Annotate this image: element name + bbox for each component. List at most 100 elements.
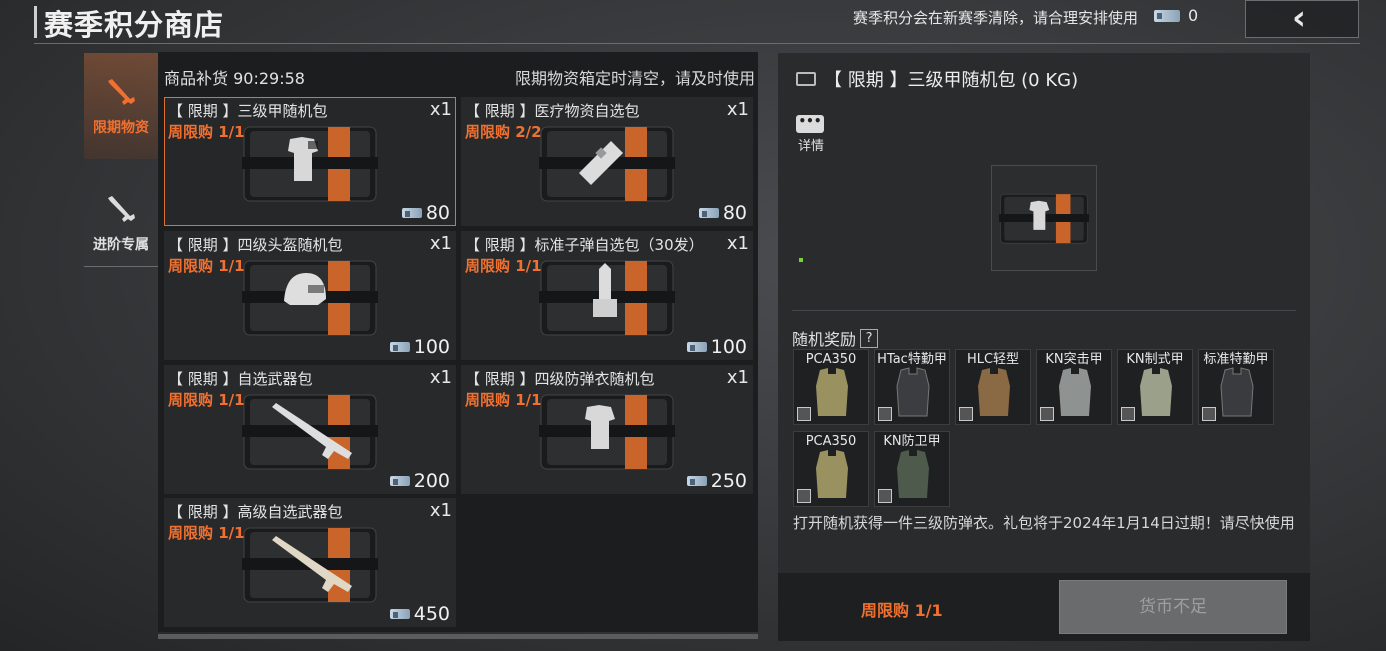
- item-preview: [991, 165, 1097, 271]
- season-notice: 赛季积分会在新赛季清除，请合理安排使用: [852, 9, 1138, 27]
- help-icon[interactable]: ?: [860, 328, 879, 348]
- crate-icon: [999, 193, 1089, 244]
- crate-mini-icon: [1040, 407, 1054, 421]
- currency-amount: 0: [1188, 6, 1199, 25]
- purchase-footer: 周限购 1/1 货币不足: [778, 573, 1310, 641]
- purchase-limit: 周限购 1/1: [168, 257, 245, 275]
- purchase-limit: 周限购 1/1: [168, 123, 245, 141]
- crate-icon: [539, 394, 675, 470]
- reward-name: PCA350: [805, 434, 857, 449]
- crate-glyph-icon: [796, 72, 816, 86]
- clear-notice: 限期物资箱定时清空，请及时使用: [514, 69, 755, 88]
- rifle-icon: [84, 75, 158, 111]
- item-price: 80: [401, 202, 450, 224]
- vest-icon: [1220, 367, 1254, 417]
- tab-label: 进阶专属: [93, 237, 149, 253]
- crate-mini-icon: [878, 489, 892, 503]
- vest-icon: [1059, 368, 1091, 416]
- reward-item[interactable]: HLC轻型: [955, 349, 1031, 425]
- page-title: 赛季积分商店: [44, 8, 225, 42]
- item-price: 100: [686, 336, 747, 358]
- footer-purchase-limit: 周限购 1/1: [861, 601, 943, 620]
- reward-name: KN防卫甲: [883, 434, 941, 449]
- shop-item-card[interactable]: 【 限期 】三级甲随机包 周限购 1/1 x1 80: [164, 97, 456, 226]
- reward-item[interactable]: 标准特勤甲: [1198, 349, 1274, 425]
- vest-icon: [896, 367, 930, 417]
- reward-item[interactable]: PCA350: [793, 349, 869, 425]
- crate-icon: [242, 126, 378, 202]
- shop-item-card[interactable]: 【 限期 】医疗物资自选包 周限购 2/2 x1 80: [461, 97, 753, 226]
- crate-mini-icon: [797, 407, 811, 421]
- random-rewards-heading: 随机奖励 ?: [792, 326, 879, 350]
- item-price: 80: [698, 202, 747, 224]
- season-points-icon: [698, 208, 719, 218]
- crate-mini-icon: [959, 407, 973, 421]
- details-button[interactable]: ••• 详情: [796, 115, 826, 154]
- crate-mini-icon: [1202, 407, 1216, 421]
- buy-button[interactable]: 货币不足: [1059, 580, 1287, 634]
- vest-icon: [816, 368, 848, 416]
- chevron-left-icon: ‹: [1292, 0, 1307, 38]
- reward-name: HLC轻型: [966, 352, 1020, 367]
- back-button[interactable]: ‹: [1245, 0, 1359, 38]
- season-points-icon: [1154, 9, 1180, 22]
- purchase-limit: 周限购 1/1: [465, 391, 542, 409]
- vest-icon: [897, 450, 929, 498]
- restock-timer: 商品补货 90:29:58: [164, 69, 305, 88]
- item-price: 450: [389, 603, 450, 625]
- tab-label: 限期物资: [93, 120, 149, 136]
- tab-limited-supplies[interactable]: 限期物资: [84, 53, 160, 159]
- reward-item[interactable]: HTac特勤甲: [874, 349, 950, 425]
- item-name: 【 限期 】四级防弹衣随机包: [465, 370, 655, 388]
- vest-icon: [816, 450, 848, 498]
- reward-name: KN突击甲: [1045, 352, 1103, 367]
- more-icon: •••: [796, 115, 824, 133]
- season-points-icon: [389, 476, 410, 486]
- item-quantity: x1: [429, 99, 452, 120]
- shop-item-card[interactable]: 【 限期 】四级头盔随机包 周限购 1/1 x1 100: [164, 231, 456, 360]
- reward-name: 标准特勤甲: [1203, 352, 1269, 367]
- shop-item-card[interactable]: 【 限期 】标准子弹自选包（30发） 周限购 1/1 x1 100: [461, 231, 753, 360]
- tab-advanced-exclusive[interactable]: 进阶专属: [84, 170, 158, 267]
- season-points-icon: [389, 342, 410, 352]
- item-name: 【 限期 】高级自选武器包: [168, 503, 343, 521]
- reward-item[interactable]: KN防卫甲: [874, 431, 950, 507]
- item-quantity: x1: [726, 233, 749, 254]
- season-points-icon: [686, 342, 707, 352]
- shop-item-card[interactable]: 【 限期 】高级自选武器包 周限购 1/1 x1 450: [164, 498, 456, 627]
- item-price: 200: [389, 470, 450, 492]
- item-price: 250: [686, 470, 747, 492]
- shop-item-card[interactable]: 【 限期 】四级防弹衣随机包 周限购 1/1 x1 250: [461, 365, 753, 494]
- header-divider: [34, 43, 1360, 44]
- crate-mini-icon: [797, 489, 811, 503]
- reward-item[interactable]: KN突击甲: [1036, 349, 1112, 425]
- item-price: 100: [389, 336, 450, 358]
- reward-item[interactable]: PCA350: [793, 431, 869, 507]
- purchase-limit: 周限购 1/1: [168, 391, 245, 409]
- crate-icon: [242, 527, 378, 603]
- item-description: 打开随机获得一件三级防弹衣。礼包将于2024年1月14日过期！请尽快使用: [793, 514, 1295, 532]
- shop-grid: 商品补货 90:29:58 限期物资箱定时清空，请及时使用 【 限期 】三级甲随…: [158, 52, 758, 632]
- grid-scrollbar[interactable]: [158, 634, 758, 639]
- season-points-icon: [686, 476, 707, 486]
- season-points-icon: [389, 609, 410, 619]
- item-name: 【 限期 】自选武器包: [168, 370, 313, 388]
- item-quantity: x1: [429, 367, 452, 388]
- vest-icon: [1140, 368, 1172, 416]
- item-name: 【 限期 】四级头盔随机包: [168, 236, 343, 254]
- reward-name: HTac特勤甲: [877, 352, 947, 367]
- purchase-limit: 周限购 2/2: [465, 123, 542, 141]
- item-quantity: x1: [726, 99, 749, 120]
- vest-icon: [978, 368, 1010, 416]
- reward-item[interactable]: KN制式甲: [1117, 349, 1193, 425]
- title-accent-bar: [34, 6, 37, 38]
- crate-icon: [539, 260, 675, 336]
- crate-mini-icon: [878, 407, 892, 421]
- detail-divider: [792, 310, 1296, 311]
- rifle-icon: [84, 192, 158, 228]
- crate-icon: [242, 394, 378, 470]
- shop-item-card[interactable]: 【 限期 】自选武器包 周限购 1/1 x1 200: [164, 365, 456, 494]
- crate-icon: [539, 126, 675, 202]
- crate-mini-icon: [1121, 407, 1135, 421]
- item-quantity: x1: [429, 500, 452, 521]
